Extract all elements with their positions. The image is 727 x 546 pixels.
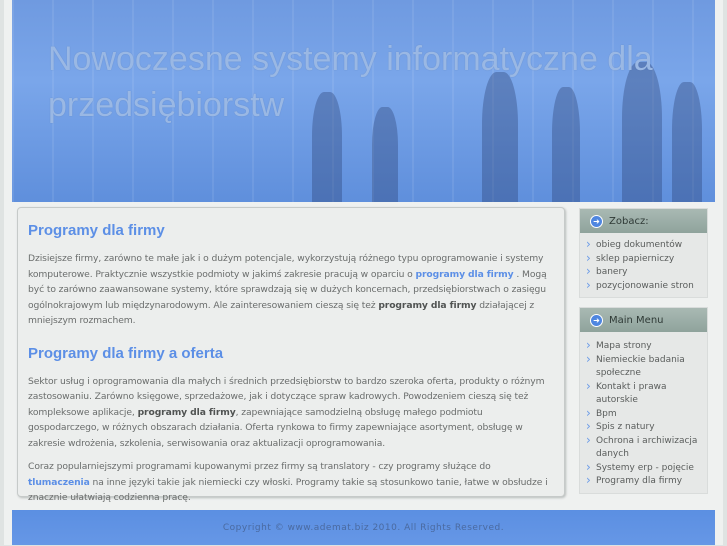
link-tlumaczenia[interactable]: tlumaczenia [28, 477, 90, 488]
text: na inne języki takie jak niemiecki czy w… [28, 476, 548, 504]
paragraph: Dzisiejsze firmy, zarówno te małe jak i … [28, 251, 554, 329]
menu-item[interactable]: Systemy erp - pojęcie [584, 461, 703, 476]
page: Nowoczesne systemy informatyczne dla prz… [4, 0, 723, 545]
sidebar-header: ➜ Zobacz: [580, 209, 707, 233]
copyright: Copyright © www.ademat.biz 2010. All Rig… [222, 523, 505, 533]
sidebar-link[interactable]: banery [584, 265, 703, 280]
sidebar-link[interactable]: sklep papierniczy [584, 252, 703, 267]
menu-item[interactable]: Niemieckie badania społeczne [584, 353, 703, 381]
menu-item[interactable]: Ochrona i archiwizacja danych [584, 434, 703, 462]
sidebar-title: Zobacz: [609, 215, 649, 227]
section-heading: Programy dla firmy a oferta [28, 344, 224, 362]
menu-item[interactable]: Programy dla firmy [584, 474, 703, 489]
sidebar-link[interactable]: obieg dokumentów [584, 238, 703, 253]
menu-item[interactable]: Bpm [584, 407, 703, 422]
section-heading: Programy dla firmy [28, 222, 165, 239]
sidebar-title: Main Menu [609, 314, 664, 326]
header-banner: Nowoczesne systemy informatyczne dla prz… [12, 0, 715, 202]
sidebar-header: ➜ Main Menu [580, 308, 707, 332]
sidebar-main-menu: ➜ Main Menu Mapa strony Niemieckie badani… [579, 307, 708, 494]
bold-text: programy dla firmy [378, 299, 477, 311]
arrow-right-circle-icon: ➜ [590, 214, 603, 228]
main-content: Programy dla firmy Dzisiejsze firmy, zar… [17, 207, 565, 503]
paragraph: Coraz popularniejszymi programami kupowa… [28, 459, 554, 506]
arrow-right-circle-icon: ➜ [590, 313, 603, 327]
link-programy-dla-firmy[interactable]: programy dla firmy [415, 269, 513, 280]
menu-item[interactable]: Spis z natury [584, 420, 703, 435]
menu-item[interactable]: Kontakt i prawa autorskie [584, 380, 703, 408]
sidebar-zobacz: ➜ Zobacz: obieg dokumentów sklep papierni… [579, 208, 708, 298]
footer: Copyright © www.ademat.biz 2010. All Rig… [12, 510, 715, 545]
menu-item[interactable]: Mapa strony [584, 339, 703, 354]
text: Coraz popularniejszymi programami kupowa… [28, 461, 491, 472]
silhouette [672, 82, 702, 202]
bold-text: programy dla firmy [137, 406, 236, 418]
paragraph: Sektor usług i oprogramowania dla małych… [28, 374, 554, 452]
site-title: Nowoczesne systemy informatyczne dla prz… [48, 40, 653, 124]
sidebar-link[interactable]: pozycjonowanie stron [584, 279, 703, 294]
